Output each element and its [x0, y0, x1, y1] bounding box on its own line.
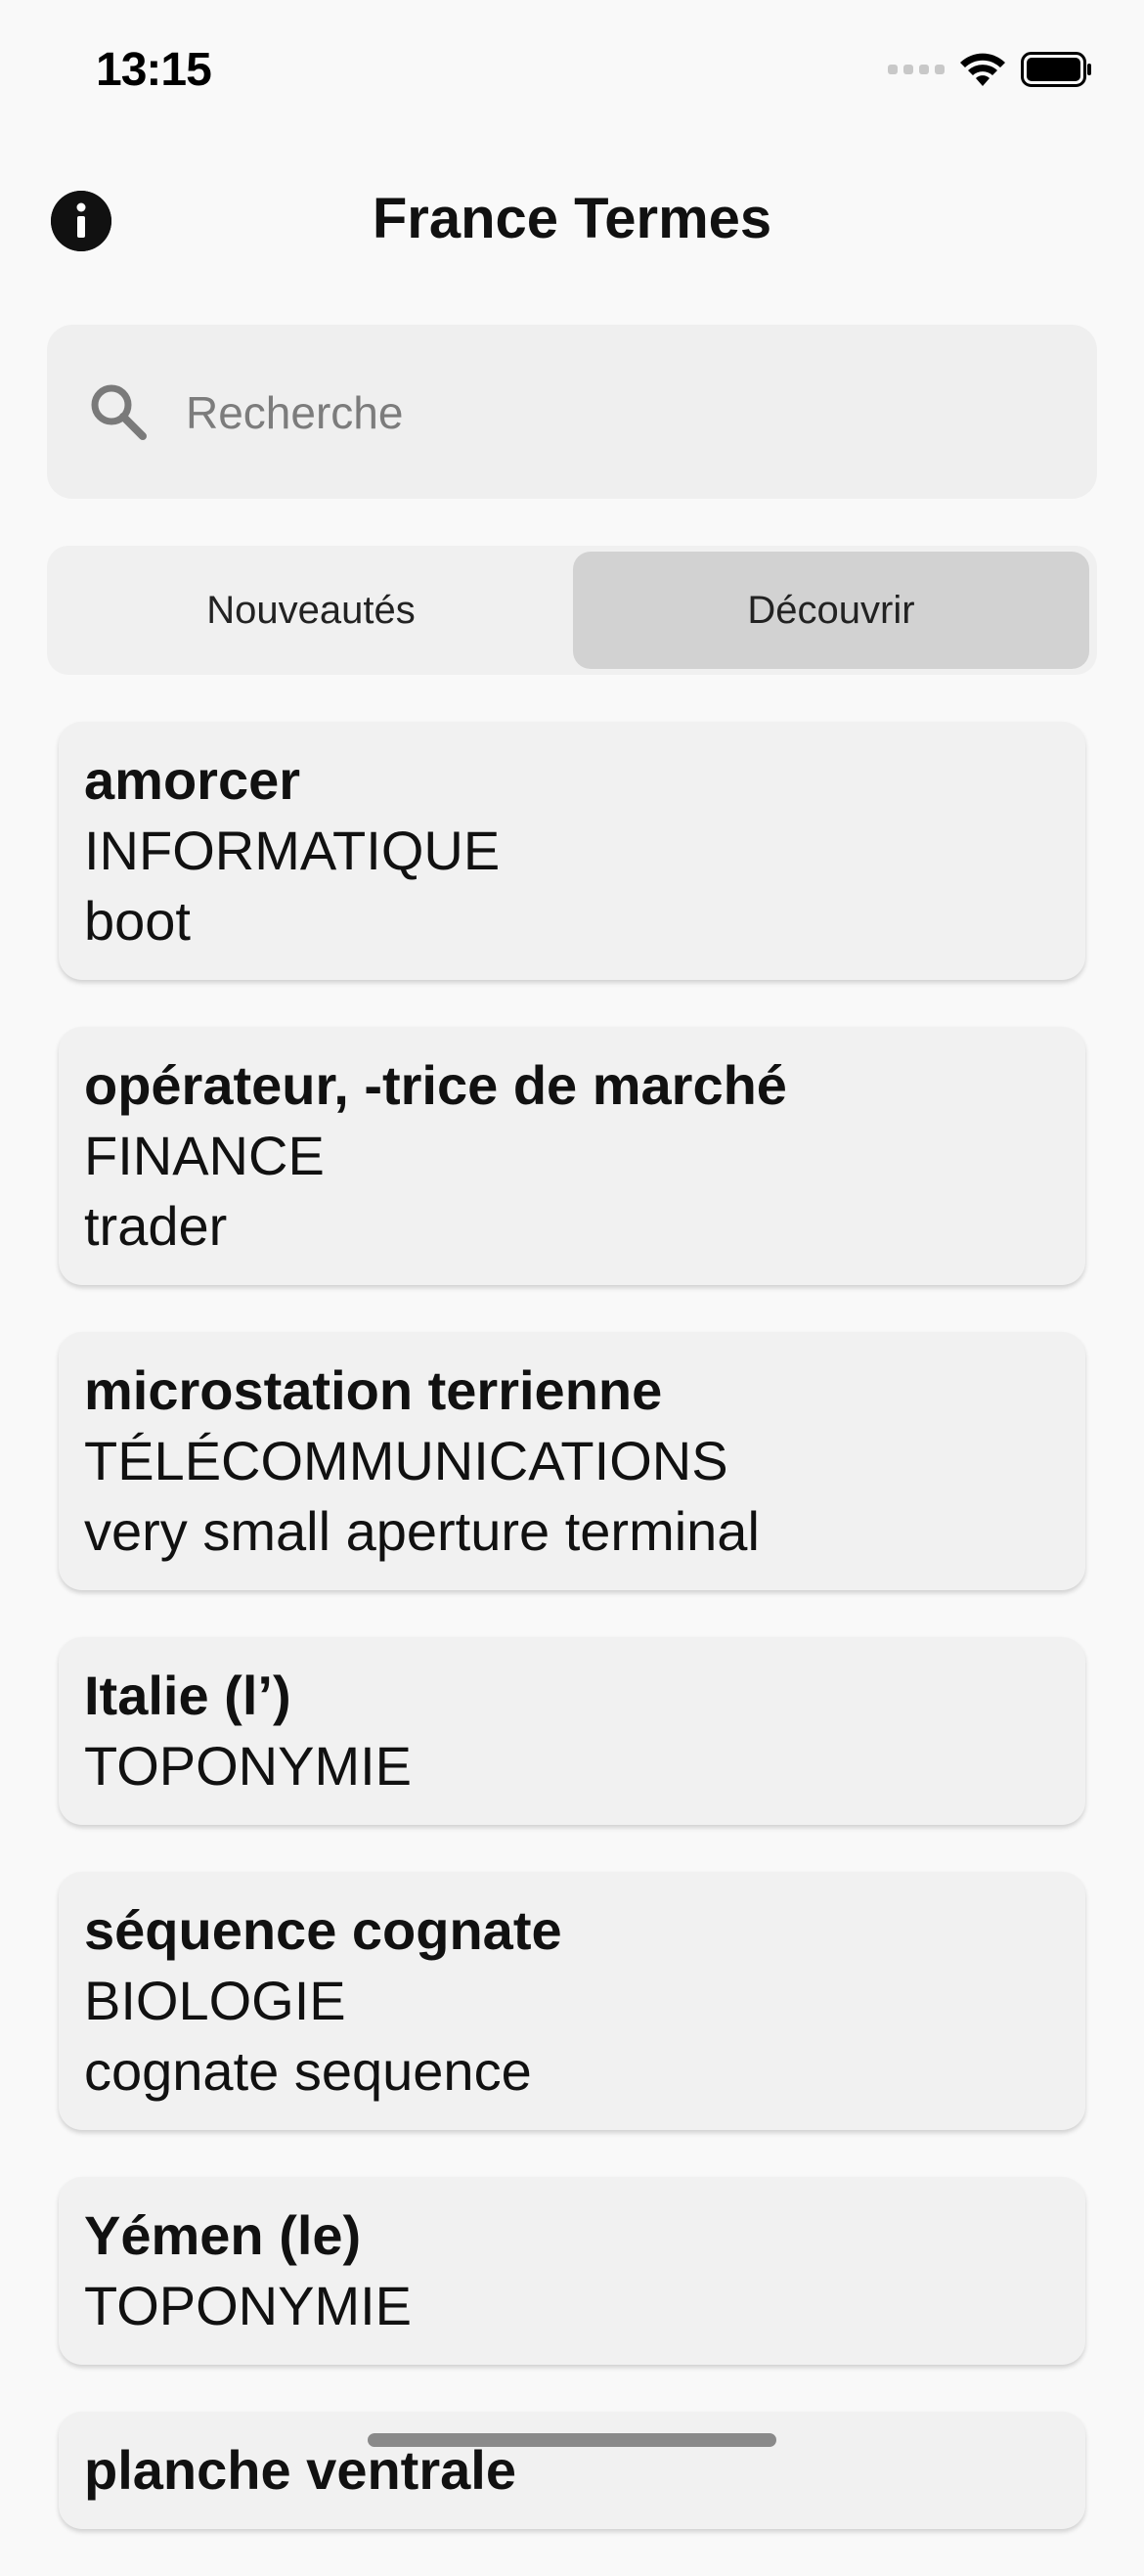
- term-domain: INFORMATIQUE: [84, 820, 501, 881]
- battery-icon: [1021, 52, 1091, 87]
- status-bar: 13:15: [0, 0, 1144, 147]
- navigation-bar: France Termes: [0, 166, 1144, 274]
- tab-decouvrir[interactable]: Découvrir: [573, 552, 1089, 669]
- tab-nouveautes[interactable]: Nouveautés: [53, 552, 569, 669]
- term-equivalent: trader: [84, 1195, 228, 1257]
- term-domain: TOPONYMIE: [84, 2275, 413, 2336]
- segmented-control: Nouveautés Découvrir: [47, 546, 1097, 675]
- term-title: séquence cognate: [84, 1899, 562, 1961]
- cellular-signal-icon: [888, 65, 945, 74]
- list-item[interactable]: opérateur, -trice de marché FINANCE trad…: [59, 1027, 1085, 1285]
- list-item[interactable]: Yémen (le) TOPONYMIE: [59, 2177, 1085, 2365]
- term-title: amorcer: [84, 749, 301, 811]
- search-bar[interactable]: [47, 325, 1097, 499]
- list-item[interactable]: microstation terrienne TÉLÉCOMMUNICATION…: [59, 1332, 1085, 1590]
- term-domain: TOPONYMIE: [84, 1735, 413, 1797]
- term-equivalent: boot: [84, 890, 191, 952]
- term-domain: TÉLÉCOMMUNICATIONS: [84, 1430, 728, 1491]
- terms-list: amorcer INFORMATIQUE boot opérateur, -tr…: [59, 722, 1085, 2576]
- list-item[interactable]: planche ventrale: [59, 2412, 1085, 2529]
- term-title: microstation terrienne: [84, 1359, 663, 1421]
- status-time: 13:15: [96, 44, 212, 96]
- search-input[interactable]: [184, 374, 1048, 452]
- search-icon: [91, 384, 147, 440]
- list-item[interactable]: séquence cognate BIOLOGIE cognate sequen…: [59, 1872, 1085, 2130]
- term-title: Yémen (le): [84, 2204, 362, 2266]
- term-title: opérateur, -trice de marché: [84, 1054, 787, 1116]
- page-title: France Termes: [372, 187, 772, 250]
- list-item[interactable]: amorcer INFORMATIQUE boot: [59, 722, 1085, 980]
- wifi-icon: [960, 53, 1005, 86]
- term-domain: FINANCE: [84, 1125, 325, 1186]
- term-title: Italie (l’): [84, 1665, 291, 1726]
- list-item[interactable]: Italie (l’) TOPONYMIE: [59, 1637, 1085, 1825]
- term-equivalent: very small aperture terminal: [84, 1500, 760, 1562]
- status-icons: [888, 51, 1093, 88]
- term-domain: BIOLOGIE: [84, 1970, 346, 2031]
- home-indicator: [368, 2433, 776, 2447]
- term-equivalent: cognate sequence: [84, 2040, 532, 2102]
